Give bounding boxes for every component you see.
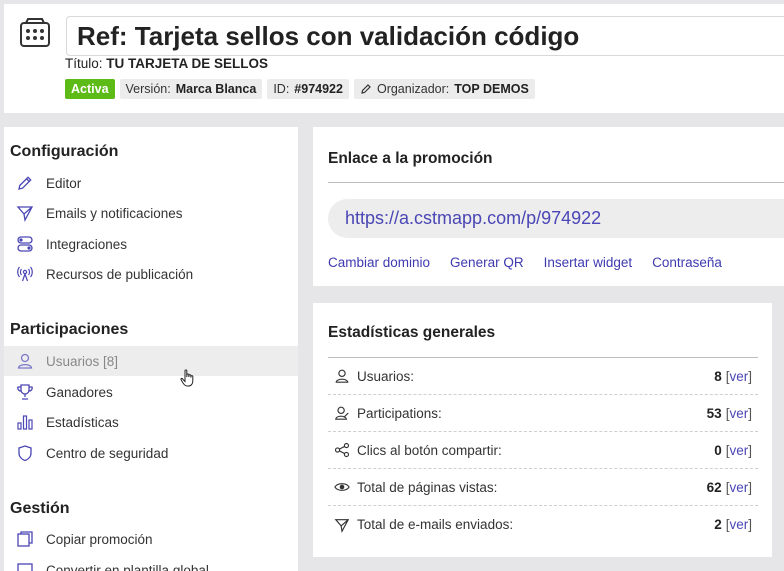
copy-icon: [14, 528, 36, 550]
organizer-badge[interactable]: Organizador: TOP DEMOS: [353, 79, 535, 99]
id-label: ID:: [273, 82, 290, 96]
sidebar-item-label: Copiar promoción: [46, 531, 153, 547]
ver-text[interactable]: ver: [729, 517, 748, 532]
sidebar: Configuración Editor Emails y notificaci…: [4, 127, 298, 571]
divider: [328, 182, 784, 183]
stats-panel-title: Estadísticas generales: [328, 324, 496, 341]
send-icon: [14, 202, 36, 224]
subtitle-label: Título:: [65, 56, 103, 71]
ver-text[interactable]: ver: [729, 443, 748, 458]
promotion-link-panel: Enlace a la promoción https://a.cstmapp.…: [313, 127, 784, 286]
subtitle-value: TU TARJETA DE SELLOS: [106, 56, 269, 71]
stat-value: 8: [714, 368, 722, 384]
shield-icon: [14, 442, 36, 464]
sidebar-item-editor[interactable]: Editor: [4, 168, 298, 198]
sidebar-item-label: Estadísticas: [46, 414, 119, 430]
send-icon: [332, 515, 352, 535]
stat-value: 2: [714, 517, 722, 532]
generate-qr-link[interactable]: Generar QR: [450, 255, 524, 270]
section-title-configuracion: Configuración: [10, 143, 119, 160]
stat-ver-link[interactable]: [ver]: [726, 480, 752, 495]
bar-chart-icon: [14, 411, 36, 433]
eye-icon: [332, 477, 352, 497]
sidebar-item-recursos[interactable]: Recursos de publicación: [4, 259, 298, 289]
share-icon: [332, 440, 352, 460]
version-value: Marca Blanca: [175, 82, 257, 96]
stat-ver-link[interactable]: [ver]: [726, 443, 752, 458]
hand-cursor-icon: [180, 369, 194, 387]
stat-row-emails: Total de e-mails enviados: 2 [ver]: [328, 506, 758, 543]
id-badge: ID: #974922: [267, 79, 349, 99]
link-panel-title: Enlace a la promoción: [328, 150, 493, 167]
participation-icon: [332, 403, 352, 423]
stat-value: 0: [714, 442, 722, 458]
organizer-label: Organizador:: [376, 82, 450, 96]
stat-ver-link[interactable]: [ver]: [726, 406, 752, 421]
stat-row-participations: Participations: 53 [ver]: [328, 395, 758, 432]
stamp-card-icon: [20, 18, 50, 47]
stat-label: Total de páginas vistas:: [357, 479, 498, 495]
sidebar-item-plantilla[interactable]: Convertir en plantilla global: [4, 555, 298, 571]
sidebar-item-label: Recursos de publicación: [46, 266, 194, 282]
sidebar-item-label: Usuarios [8]: [46, 353, 119, 369]
password-link[interactable]: Contraseña: [652, 255, 722, 270]
ver-text[interactable]: ver: [729, 480, 748, 495]
stat-label: Clics al botón compartir:: [357, 442, 502, 458]
sidebar-item-label: Centro de seguridad: [46, 445, 169, 461]
user-icon: [332, 366, 352, 386]
stat-label: Usuarios:: [357, 368, 415, 384]
sidebar-item-emails[interactable]: Emails y notificaciones: [4, 198, 298, 228]
toggles-icon: [14, 233, 36, 255]
sidebar-item-label: Emails y notificaciones: [46, 205, 183, 221]
stat-row-shares: Clics al botón compartir: 0 [ver]: [328, 432, 758, 469]
promotion-url[interactable]: https://a.cstmapp.com/p/974922: [328, 199, 784, 238]
sidebar-item-usuarios[interactable]: Usuarios [8]: [4, 346, 298, 376]
sidebar-item-label: Ganadores: [46, 384, 113, 400]
general-stats-panel: Estadísticas generales Usuarios: 8 [ver]…: [313, 303, 772, 557]
stat-row-usuarios: Usuarios: 8 [ver]: [328, 358, 758, 395]
id-value: #974922: [294, 82, 343, 96]
sidebar-item-estadisticas[interactable]: Estadísticas: [4, 407, 298, 437]
stat-label: Total de e-mails enviados:: [357, 517, 514, 532]
stat-ver-link[interactable]: [ver]: [726, 369, 752, 384]
sidebar-item-seguridad[interactable]: Centro de seguridad: [4, 438, 298, 468]
status-badge: Activa: [65, 79, 115, 99]
stat-label: Participations:: [357, 405, 442, 421]
sidebar-item-copiar[interactable]: Copiar promoción: [4, 524, 298, 554]
sidebar-item-integraciones[interactable]: Integraciones: [4, 229, 298, 259]
change-domain-link[interactable]: Cambiar dominio: [328, 255, 430, 270]
promotion-header: Ref: Tarjeta sellos con validación códig…: [4, 4, 784, 113]
pencil-icon: [14, 172, 36, 194]
sidebar-item-label: Editor: [46, 175, 82, 191]
version-badge: Versión: Marca Blanca: [119, 79, 263, 99]
organizer-value: TOP DEMOS: [454, 82, 529, 96]
stat-row-pageviews: Total de páginas vistas: 62 [ver]: [328, 469, 758, 506]
promotion-title-input[interactable]: Ref: Tarjeta sellos con validación códig…: [66, 16, 784, 56]
section-title-participaciones: Participaciones: [10, 321, 129, 338]
sidebar-item-ganadores[interactable]: Ganadores: [4, 377, 298, 407]
section-title-gestion: Gestión: [10, 500, 70, 517]
insert-widget-link[interactable]: Insertar widget: [544, 255, 633, 270]
sidebar-item-label: Convertir en plantilla global: [46, 562, 209, 571]
stat-value: 53: [706, 405, 722, 421]
template-icon: [14, 559, 36, 571]
promotion-subtitle: Título: TU TARJETA DE SELLOS: [65, 56, 268, 71]
link-actions: Cambiar dominio Generar QR Insertar widg…: [328, 255, 722, 270]
badge-row: Activa Versión: Marca Blanca ID: #974922…: [65, 79, 535, 99]
version-label: Versión:: [125, 82, 171, 96]
ver-text[interactable]: ver: [729, 406, 748, 421]
pencil-icon: [361, 84, 371, 94]
user-icon: [14, 350, 36, 372]
sidebar-item-label: Integraciones: [46, 236, 128, 252]
trophy-icon: [14, 381, 36, 403]
ver-text[interactable]: ver: [729, 369, 748, 384]
stat-ver-link[interactable]: [ver]: [726, 517, 752, 532]
broadcast-icon: [14, 263, 36, 285]
stat-value: 62: [706, 479, 722, 495]
